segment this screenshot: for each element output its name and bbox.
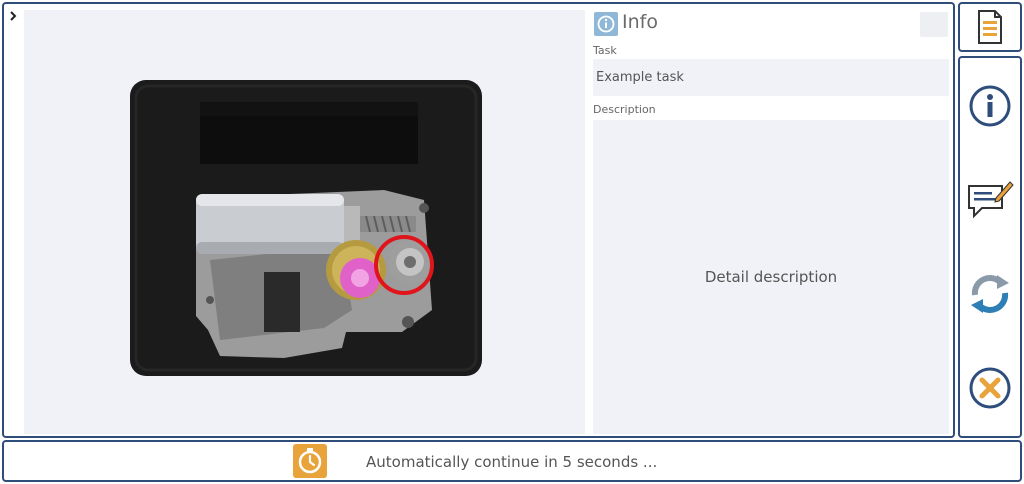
description-label: Description xyxy=(593,103,656,116)
comment-button[interactable] xyxy=(966,176,1014,224)
main-frame: Info Task Example task Description Detai… xyxy=(2,2,955,438)
info-title: Info xyxy=(622,11,658,33)
close-icon xyxy=(969,367,1011,409)
refresh-button[interactable] xyxy=(966,270,1014,318)
info-button[interactable] xyxy=(966,82,1014,130)
countdown-text: Automatically continue in 5 seconds ... xyxy=(366,453,658,471)
image-panel xyxy=(24,10,585,434)
info-header-button[interactable] xyxy=(920,12,948,37)
description-value: Detail description xyxy=(704,268,838,286)
comment-edit-icon xyxy=(968,181,1014,219)
stopwatch-icon xyxy=(293,444,327,478)
gearbox-image xyxy=(130,80,482,376)
expand-toggle[interactable] xyxy=(8,10,20,24)
info-panel: Info Task Example task Description Detai… xyxy=(590,10,950,434)
task-label: Task xyxy=(593,44,617,57)
chevron-right-icon xyxy=(10,11,17,21)
info-header: Info xyxy=(590,10,950,38)
description-box: Detail description xyxy=(593,120,949,434)
countdown-bar: Automatically continue in 5 seconds ... xyxy=(2,440,1022,482)
close-button[interactable] xyxy=(966,364,1014,412)
info-icon xyxy=(594,12,618,36)
info-icon xyxy=(969,85,1011,127)
action-sidebar xyxy=(958,56,1022,438)
document-button[interactable] xyxy=(958,2,1022,52)
document-icon xyxy=(978,10,1002,44)
refresh-icon xyxy=(971,275,1009,313)
task-value: Example task xyxy=(593,59,949,96)
